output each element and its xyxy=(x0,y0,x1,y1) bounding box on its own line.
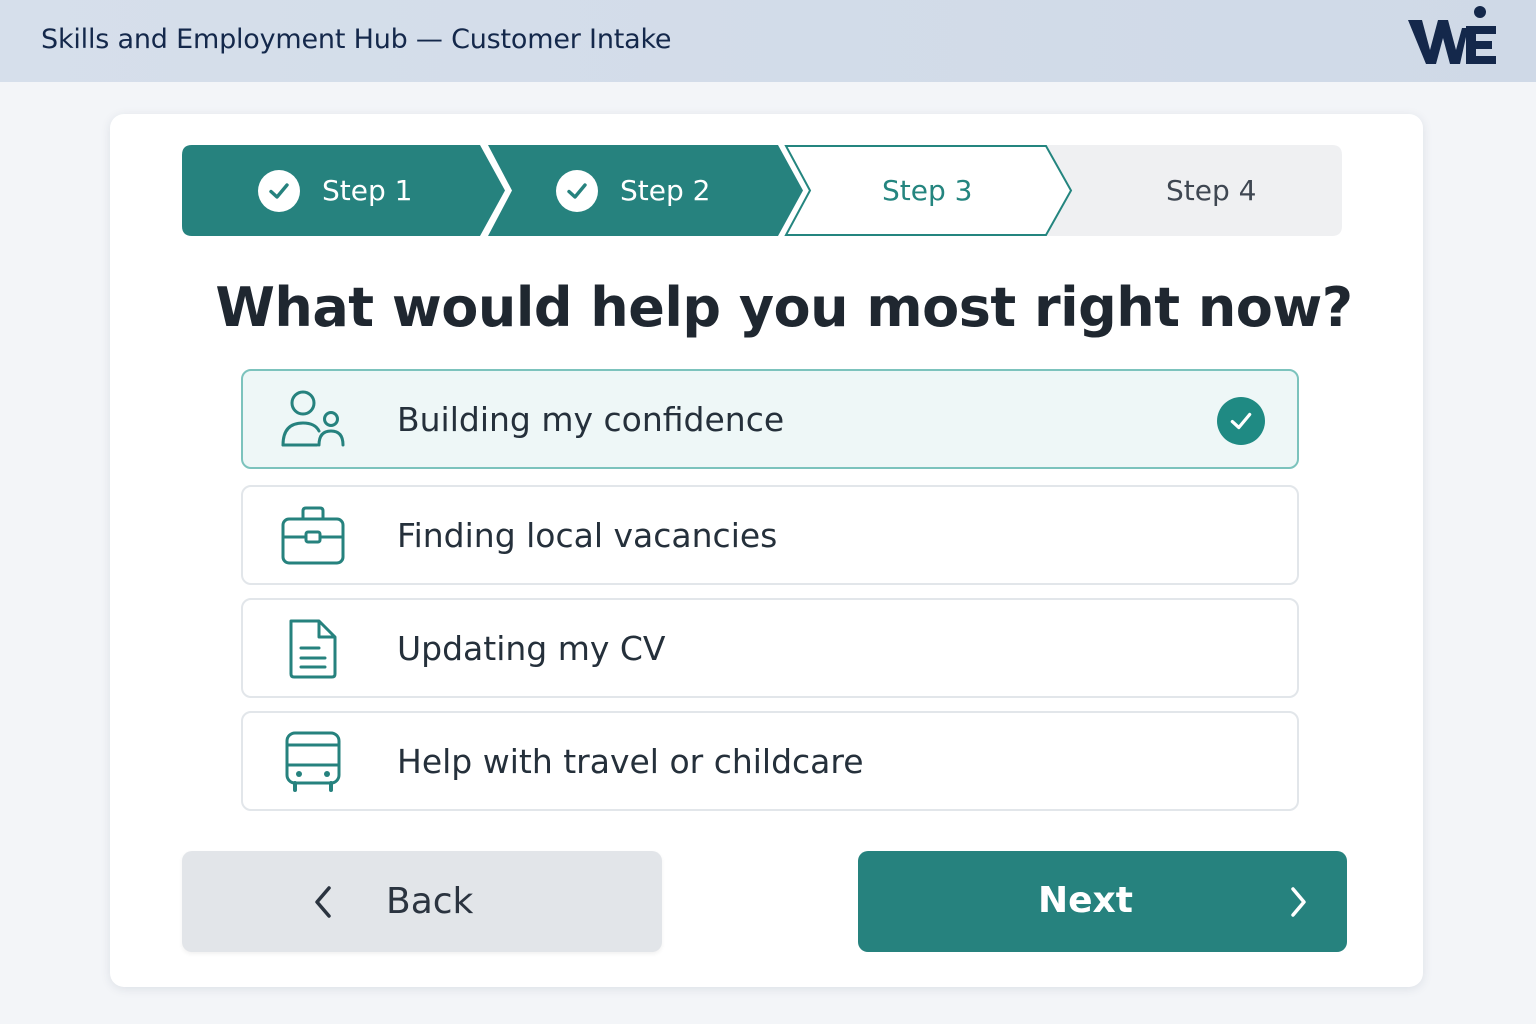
step-4: Step 4 xyxy=(1166,145,1256,236)
option-finding-vacancies[interactable]: Finding local vacancies xyxy=(241,485,1299,585)
check-circle-icon xyxy=(258,169,300,212)
option-label: Updating my CV xyxy=(397,628,666,668)
option-updating-cv[interactable]: Updating my CV xyxy=(241,598,1299,698)
progress-stepper: Step 1 Step 2 Step 3 Step 4 xyxy=(182,145,1342,236)
selected-check-icon xyxy=(1217,397,1265,445)
back-button[interactable]: Back xyxy=(182,851,662,952)
next-button[interactable]: Next xyxy=(858,851,1347,952)
step-1: Step 1 xyxy=(258,145,412,236)
step-label: Step 1 xyxy=(322,174,413,207)
option-travel-childcare[interactable]: Help with travel or childcare xyxy=(241,711,1299,811)
back-button-label: Back xyxy=(386,881,474,922)
header-bar: Skills and Employment Hub — Customer Int… xyxy=(0,0,1536,82)
step-label: Step 2 xyxy=(620,174,711,207)
option-label: Help with travel or childcare xyxy=(397,741,864,781)
next-button-label: Next xyxy=(1038,880,1133,921)
people-icon xyxy=(281,390,345,447)
briefcase-icon xyxy=(281,506,345,565)
option-label: Finding local vacancies xyxy=(397,515,778,555)
chevron-left-icon xyxy=(315,886,331,918)
we-logo xyxy=(1408,6,1496,64)
app-title: Skills and Employment Hub — Customer Int… xyxy=(41,24,672,55)
option-building-confidence[interactable]: Building my confidence xyxy=(241,369,1299,469)
step-label: Step 3 xyxy=(882,174,973,207)
bus-icon xyxy=(285,731,341,792)
step-label: Step 4 xyxy=(1166,174,1257,207)
check-circle-icon xyxy=(556,169,598,212)
chevron-right-icon xyxy=(1291,887,1306,917)
option-label: Building my confidence xyxy=(397,399,785,439)
step-3: Step 3 xyxy=(882,145,972,236)
question-heading: What would help you most right now? xyxy=(215,276,1353,339)
document-icon xyxy=(289,619,337,679)
step-2: Step 2 xyxy=(556,145,710,236)
